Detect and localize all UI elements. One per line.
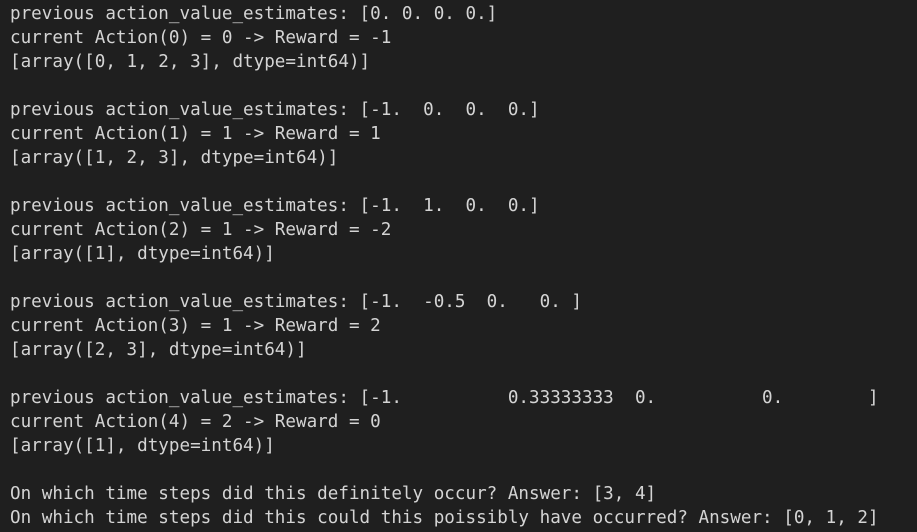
output-line: current Action(0) = 0 -> Reward = -1	[10, 28, 392, 48]
output-line: [array([1, 2, 3], dtype=int64)]	[10, 148, 339, 168]
output-line: previous action_value_estimates: [-1. -0…	[10, 292, 582, 312]
output-line: [array([2, 3], dtype=int64)]	[10, 340, 307, 360]
output-line: [array([1], dtype=int64)]	[10, 244, 275, 264]
output-line: previous action_value_estimates: [-1. 1.…	[10, 196, 540, 216]
output-line: current Action(2) = 1 -> Reward = -2	[10, 220, 392, 240]
output-line: On which time steps did this definitely …	[10, 484, 657, 504]
terminal-output: previous action_value_estimates: [0. 0. …	[0, 0, 917, 532]
output-line: current Action(4) = 2 -> Reward = 0	[10, 412, 381, 432]
output-line: On which time steps did this could this …	[10, 508, 879, 528]
output-line: current Action(1) = 1 -> Reward = 1	[10, 124, 381, 144]
output-line: previous action_value_estimates: [0. 0. …	[10, 4, 498, 24]
output-line: [array([1], dtype=int64)]	[10, 436, 275, 456]
output-line: current Action(3) = 1 -> Reward = 2	[10, 316, 381, 336]
output-line: previous action_value_estimates: [-1. 0.…	[10, 388, 879, 408]
output-line: previous action_value_estimates: [-1. 0.…	[10, 100, 540, 120]
output-line: [array([0, 1, 2, 3], dtype=int64)]	[10, 52, 371, 72]
